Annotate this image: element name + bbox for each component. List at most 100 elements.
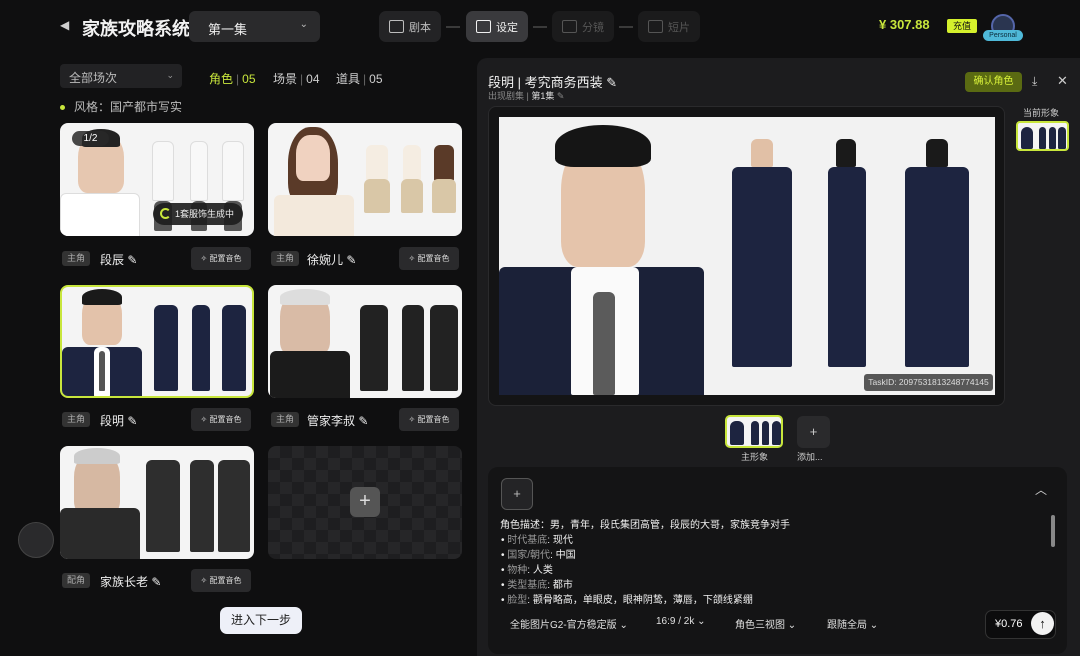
assistant-icon[interactable] xyxy=(18,522,54,558)
button-label: 配置音色 xyxy=(209,254,242,263)
scene-filter-label: 全部场次 xyxy=(69,71,118,85)
add-image-label: 添加... xyxy=(797,452,823,462)
main-image-thumb[interactable] xyxy=(725,415,783,448)
send-arrow-icon[interactable]: ↑ xyxy=(1031,612,1054,635)
source-label: 出现剧集 xyxy=(488,91,525,101)
button-label: 配置音色 xyxy=(417,415,450,424)
back-icon[interactable]: ◀ xyxy=(60,18,69,32)
tab-label: 角色 xyxy=(209,72,234,86)
voice-config-button[interactable]: ✧ 配置音色 xyxy=(191,408,251,431)
description-item: • 脸型: 颧骨略高，单眼皮，眼神阴鸷，薄唇，下颌线紧绷 xyxy=(501,595,753,606)
character-card[interactable] xyxy=(268,123,462,236)
character-card-selected[interactable] xyxy=(60,285,254,398)
description-headline: 角色描述：男，青年，段氏集团高管，段辰的大哥，家族竞争对手 xyxy=(500,520,790,531)
current-image-thumb[interactable] xyxy=(1016,121,1069,151)
character-name[interactable]: 管家李叔 ✎ xyxy=(307,412,368,429)
next-step-button[interactable]: 进入下一步 xyxy=(220,607,302,634)
chevron-down-icon: ⌄ xyxy=(619,620,628,631)
option-label: 全能图片G2-官方稳定版 xyxy=(510,620,617,631)
step-label: 设定 xyxy=(496,21,518,34)
description-item: • 类型基底: 都市 xyxy=(501,580,573,591)
chevron-down-icon: ⌄ xyxy=(787,620,797,631)
character-name[interactable]: 家族长老 ✎ xyxy=(100,573,161,590)
role-badge: 主角 xyxy=(62,251,91,266)
chevron-down-icon: ⌄ xyxy=(166,70,174,80)
step-storyboard[interactable]: 分镜 xyxy=(552,11,614,42)
tab-scenes[interactable]: 场景 | 04 xyxy=(273,70,320,87)
portrait-icon xyxy=(476,20,491,33)
tab-props[interactable]: 道具 | 05 xyxy=(336,70,383,87)
step-short[interactable]: 短片 xyxy=(638,11,700,42)
tab-count: 05 xyxy=(242,72,256,86)
step-connector xyxy=(533,26,547,28)
scene-filter[interactable]: 全部场次 ⌄ xyxy=(60,64,182,88)
name-text: 段辰 xyxy=(100,253,125,267)
close-icon[interactable]: ✕ xyxy=(1057,73,1068,89)
current-image-label: 当前形象 xyxy=(1023,108,1060,118)
ratio-select[interactable]: 16:9 / 2k ⌄ xyxy=(656,616,706,627)
edit-icon[interactable]: ✎ xyxy=(557,91,565,101)
name-text: 家族长老 xyxy=(100,575,149,589)
step-label: 短片 xyxy=(668,21,690,34)
book-icon xyxy=(389,20,404,33)
follow-select[interactable]: 跟随全局 ⌄ xyxy=(827,616,878,631)
chevron-up-icon[interactable]: ︿ xyxy=(1035,481,1047,498)
style-label: 风格：国产都市写实 xyxy=(60,98,182,115)
edit-icon[interactable]: ✎ xyxy=(606,75,617,90)
step-connector xyxy=(446,26,460,28)
task-id: TaskID: 2097531813248774145 xyxy=(864,374,993,391)
add-image-button[interactable]: + xyxy=(797,416,830,448)
edit-icon[interactable]: ✎ xyxy=(346,253,356,267)
image-pager[interactable]: 1/2 xyxy=(72,131,109,146)
chevron-down-icon: ⌄ xyxy=(697,616,706,627)
confirm-character-button[interactable]: 确认角色 xyxy=(965,72,1022,92)
recharge-button[interactable]: 充值 xyxy=(947,19,977,33)
model-select[interactable]: 全能图片G2-官方稳定版 ⌄ xyxy=(510,616,628,631)
option-label: 16:9 / 2k xyxy=(656,616,695,627)
source-value: 第1集 xyxy=(531,91,555,101)
tab-label: 道具 xyxy=(336,72,361,86)
detail-title-text: 段明 | 考究商务西装 xyxy=(488,75,603,90)
step-settings[interactable]: 设定 xyxy=(466,11,528,42)
tab-roles[interactable]: 角色 | 05 xyxy=(209,70,256,87)
plus-icon[interactable]: + xyxy=(350,487,380,517)
option-label: 跟随全局 xyxy=(827,620,867,631)
scrollbar[interactable] xyxy=(1051,515,1055,547)
edit-icon[interactable]: ✎ xyxy=(127,253,137,267)
step-script[interactable]: 剧本 xyxy=(379,11,441,42)
voice-config-button[interactable]: ✧ 配置音色 xyxy=(191,247,251,270)
thumb-label: 主形象 xyxy=(741,452,769,462)
play-icon xyxy=(648,20,663,33)
style-text: 风格：国产都市写实 xyxy=(74,100,183,114)
voice-config-button[interactable]: ✧ 配置音色 xyxy=(191,569,251,592)
character-name[interactable]: 徐婉儿 ✎ xyxy=(307,251,356,268)
view-select[interactable]: 角色三视图 ⌄ xyxy=(735,616,796,631)
voice-config-button[interactable]: ✧ 配置音色 xyxy=(399,408,459,431)
character-main-image[interactable] xyxy=(499,117,995,395)
balance: ¥ 307.88 xyxy=(879,17,930,32)
character-name[interactable]: 段辰 ✎ xyxy=(100,251,137,268)
edit-icon[interactable]: ✎ xyxy=(358,414,368,428)
voice-config-button[interactable]: ✧ 配置音色 xyxy=(399,247,459,270)
name-text: 徐婉儿 xyxy=(307,253,344,267)
film-icon xyxy=(562,20,577,33)
add-reference-button[interactable]: + xyxy=(501,478,533,510)
role-badge: 主角 xyxy=(62,412,91,427)
name-text: 管家李叔 xyxy=(307,414,356,428)
character-name[interactable]: 段明 ✎ xyxy=(100,412,137,429)
name-text: 段明 xyxy=(100,414,125,428)
step-label: 剧本 xyxy=(409,21,431,34)
generating-text: 1套服饰生成中 xyxy=(175,209,235,219)
download-icon[interactable]: ⤓ xyxy=(1032,74,1037,89)
button-label: 配置音色 xyxy=(209,576,242,585)
description-item: • 时代基底: 现代 xyxy=(501,535,573,546)
project-title: 家族攻略系统 xyxy=(82,19,190,39)
personal-badge: Personal xyxy=(983,30,1023,41)
tab-label: 场景 xyxy=(273,72,298,86)
character-card[interactable] xyxy=(60,446,254,559)
edit-icon[interactable]: ✎ xyxy=(127,414,137,428)
character-card[interactable] xyxy=(268,285,462,398)
tab-count: 05 xyxy=(369,72,383,86)
edit-icon[interactable]: ✎ xyxy=(151,575,161,589)
episode-select[interactable]: 第一集 ⌄ xyxy=(189,11,320,42)
